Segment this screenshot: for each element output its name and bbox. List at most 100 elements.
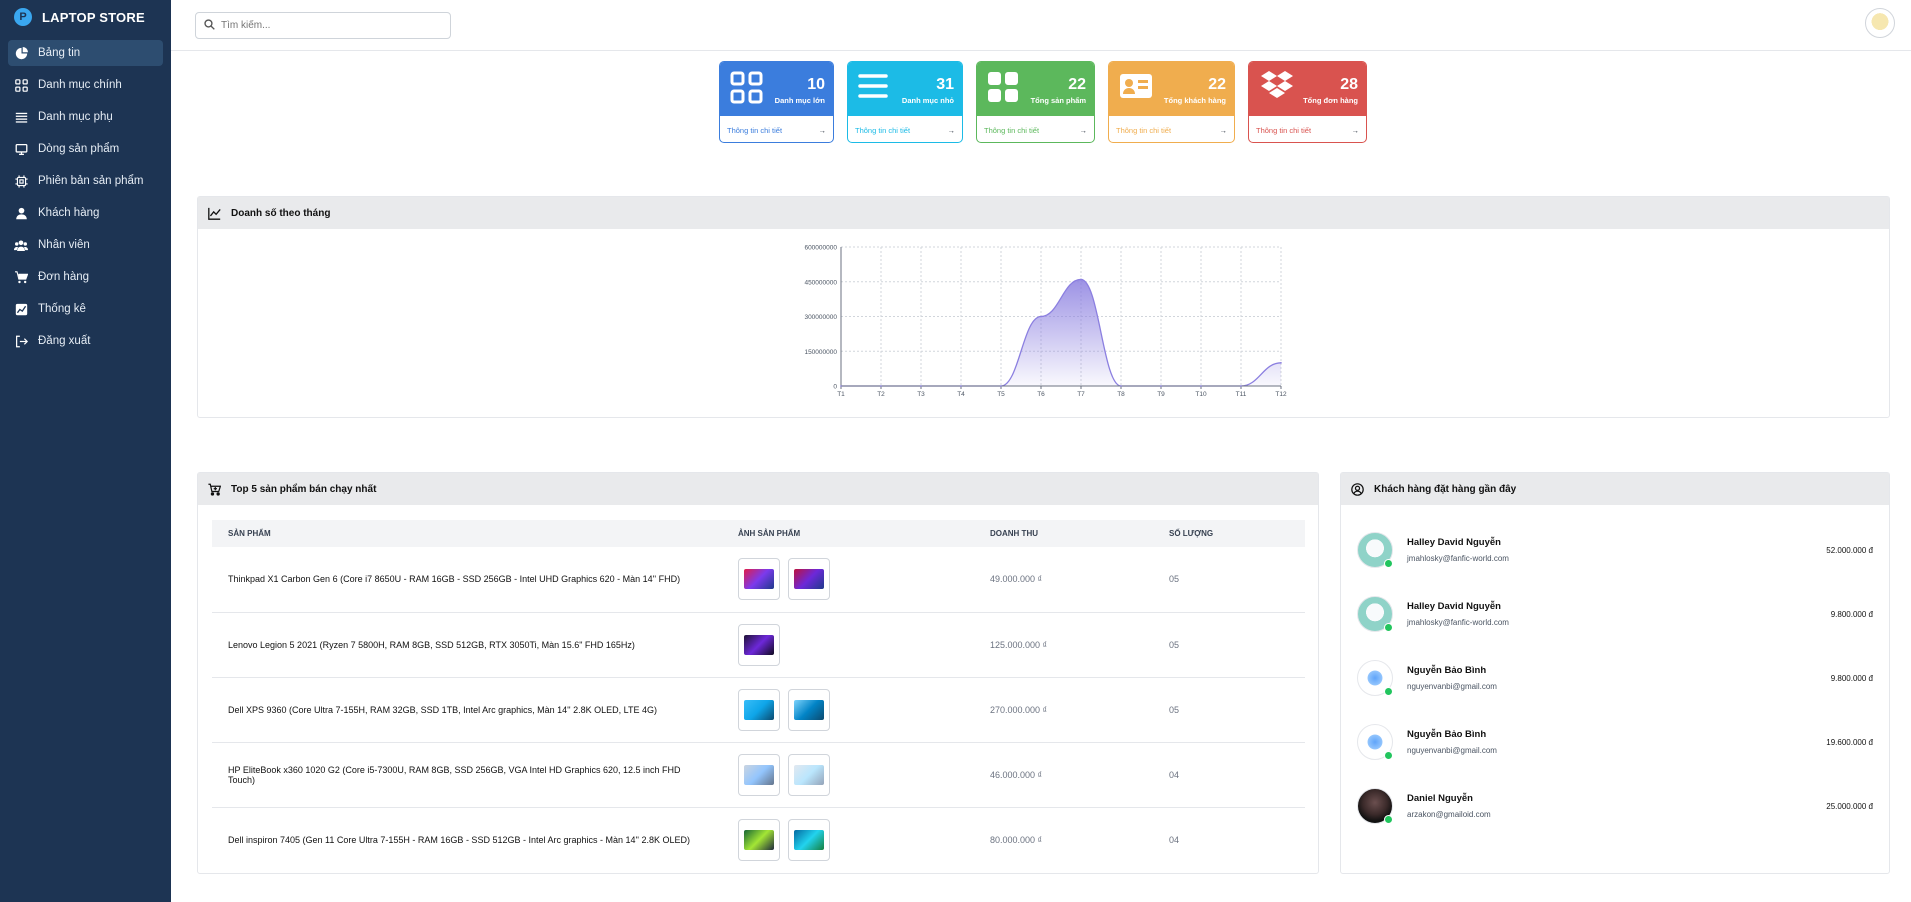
search-input[interactable] (221, 20, 441, 31)
product-thumbnail[interactable] (788, 558, 830, 601)
customer-name: Daniel Nguyễn (1407, 793, 1473, 804)
table-row[interactable]: Lenovo Legion 5 2021 (Ryzen 7 5800H, RAM… (212, 612, 1305, 678)
sidebar-item-customers[interactable]: Khách hàng (8, 200, 163, 226)
arrow-right-icon: → (818, 125, 827, 135)
sidebar-item-main-categories[interactable]: Danh mục chính (8, 72, 163, 98)
data-point (840, 385, 842, 387)
order-amount: 25.000.000 đ (1826, 801, 1873, 811)
data-point (1200, 385, 1202, 387)
order-amount: 9.800.000 đ (1830, 673, 1873, 683)
sidebar-item-label: Đăng xuất (38, 335, 91, 347)
product-quantity: 05 (1169, 612, 1305, 678)
sidebar-item-logout[interactable]: Đăng xuất (8, 328, 163, 354)
user-circle-icon (1351, 482, 1364, 496)
dropbox-icon (1259, 70, 1295, 107)
tiles-icon (987, 71, 1019, 108)
table-row[interactable]: Dell inspiron 7405 (Gen 11 Core Ultra 7-… (212, 807, 1305, 872)
search-box[interactable] (195, 12, 451, 39)
details-link[interactable]: Thông tin chi tiết → (848, 116, 962, 142)
product-quantity: 04 (1169, 834, 1180, 845)
user-avatar[interactable] (1865, 8, 1895, 38)
stat-card-sub-categories[interactable]: 31 Danh mục nhỏ Thông tin chi tiết → (847, 61, 963, 143)
table-row[interactable]: Dell XPS 9360 (Core Ultra 7-155H, RAM 32… (212, 677, 1305, 743)
recent-customers-title: Khách hàng đặt hàng gần đây (1374, 483, 1517, 495)
cart-icon (208, 483, 221, 496)
stat-label: Danh mục lớn (774, 96, 825, 105)
column-header-image: ẢNH SẢN PHẨM (738, 520, 990, 547)
data-point (1040, 315, 1042, 318)
table-row[interactable]: HP EliteBook x360 1020 G2 (Core i5-7300U… (212, 742, 1305, 808)
online-status-icon (1384, 559, 1393, 568)
top-products-header: Top 5 sản phẩm bán chạy nhất (198, 473, 1318, 505)
sidebar-item-label: Dòng sản phẩm (38, 143, 120, 155)
product-thumbnail[interactable] (738, 623, 780, 666)
product-thumbnail[interactable] (738, 558, 780, 601)
sidebar-item-label: Đơn hàng (38, 271, 90, 283)
sidebar-item-employees[interactable]: Nhân viên (8, 232, 163, 258)
stat-cards: 10 Danh mục lớn Thông tin chi tiết → 31 D… (719, 61, 1380, 143)
stat-card-orders[interactable]: 28 Tổng đơn hàng Thông tin chi tiết → (1248, 61, 1367, 143)
product-thumbnail[interactable] (788, 818, 830, 861)
product-name: Dell inspiron 7405 (Gen 11 Core Ultra 7-… (228, 834, 690, 845)
y-tick-label: 0 (833, 384, 837, 391)
sidebar-item-label: Nhân viên (38, 239, 90, 251)
product-thumbnail[interactable] (788, 753, 830, 796)
product-thumbnail[interactable] (738, 818, 780, 861)
details-link[interactable]: Thông tin chi tiết → (720, 116, 833, 142)
list-item[interactable]: Nguyễn Bảo Bình nguyenvanbi@gmail.com 19.… (1341, 710, 1889, 774)
order-amount: 9.800.000 đ (1830, 609, 1873, 619)
column-header-product: SẢN PHẨM (212, 520, 738, 547)
column-header-quantity: SỐ LƯỢNG (1169, 520, 1305, 547)
list-item[interactable]: Nguyễn Bảo Bình nguyenvanbi@gmail.com 9.8… (1341, 646, 1889, 710)
y-tick-label: 300000000 (804, 314, 837, 321)
topbar (171, 0, 1911, 51)
list-item[interactable]: Halley David Nguyễn jmahlosky@fanfic-worl… (1341, 582, 1889, 646)
table-row[interactable]: Thinkpad X1 Carbon Gen 6 (Core i7 8650U … (212, 547, 1305, 613)
stat-card-products[interactable]: 22 Tổng sản phẩm Thông tin chi tiết → (976, 61, 1095, 143)
online-status-icon (1384, 687, 1393, 696)
x-tick-label: T12 (1275, 391, 1287, 398)
search-icon (204, 17, 215, 35)
stat-label: Danh mục nhỏ (901, 96, 954, 105)
sales-area (841, 279, 1281, 386)
details-link[interactable]: Thông tin chi tiết → (1249, 116, 1366, 142)
product-quantity: 04 (1169, 742, 1305, 808)
data-point (1080, 278, 1082, 281)
product-name: Thinkpad X1 Carbon Gen 6 (Core i7 8650U … (212, 547, 738, 613)
list-item[interactable]: Halley David Nguyễn jmahlosky@fanfic-worl… (1341, 518, 1889, 582)
arrow-right-icon: → (947, 125, 956, 135)
sidebar-item-product-lines[interactable]: Dòng sản phẩm (8, 136, 163, 162)
product-revenue: 270.000.000 ₫ (990, 677, 1169, 743)
sidebar-item-dashboard[interactable]: Bảng tin (8, 40, 163, 66)
stats-icon (14, 302, 28, 316)
brand-logo-icon: P (14, 8, 32, 26)
sales-chart: 0 150000000 300000000 450000000 600000000 T1 T… (804, 245, 1287, 399)
data-point (1240, 385, 1242, 387)
details-link-label: Thông tin chi tiết (1116, 125, 1172, 135)
stat-card-main-categories[interactable]: 10 Danh mục lớn Thông tin chi tiết → (719, 61, 834, 143)
details-link-label: Thông tin chi tiết (727, 125, 783, 135)
product-name: Lenovo Legion 5 2021 (Ryzen 7 5800H, RAM… (212, 612, 738, 678)
order-amount: 52.000.000 đ (1826, 545, 1873, 555)
brand[interactable]: P LAPTOP STORE (0, 0, 171, 34)
sidebar-item-orders[interactable]: Đơn hàng (8, 264, 163, 290)
stat-value: 22 (1068, 76, 1086, 93)
product-thumbnail[interactable] (788, 688, 830, 731)
sidebar-item-product-versions[interactable]: Phiên bản sản phẩm (8, 168, 163, 194)
sidebar-item-statistics[interactable]: Thống kê (8, 296, 163, 322)
data-point (920, 385, 922, 387)
details-link[interactable]: Thông tin chi tiết → (1109, 116, 1234, 142)
list-item[interactable]: Daniel Nguyễn arzakon@gmailoid.com 25.000… (1341, 774, 1889, 838)
arrow-right-icon: → (1219, 125, 1228, 135)
customer-name: Nguyễn Bảo Bình (1407, 665, 1487, 676)
data-point (880, 385, 882, 387)
product-thumbnail[interactable] (738, 688, 780, 731)
sidebar-item-sub-categories[interactable]: Danh mục phụ (8, 104, 163, 130)
product-images (738, 677, 990, 743)
user-icon (14, 206, 28, 220)
logout-icon (14, 334, 28, 348)
stat-card-customers[interactable]: 22 Tổng khách hàng Thông tin chi tiết → (1108, 61, 1235, 143)
details-link[interactable]: Thông tin chi tiết → (977, 116, 1094, 142)
product-thumbnail[interactable] (738, 753, 780, 796)
stat-label: Tổng đơn hàng (1303, 96, 1358, 105)
